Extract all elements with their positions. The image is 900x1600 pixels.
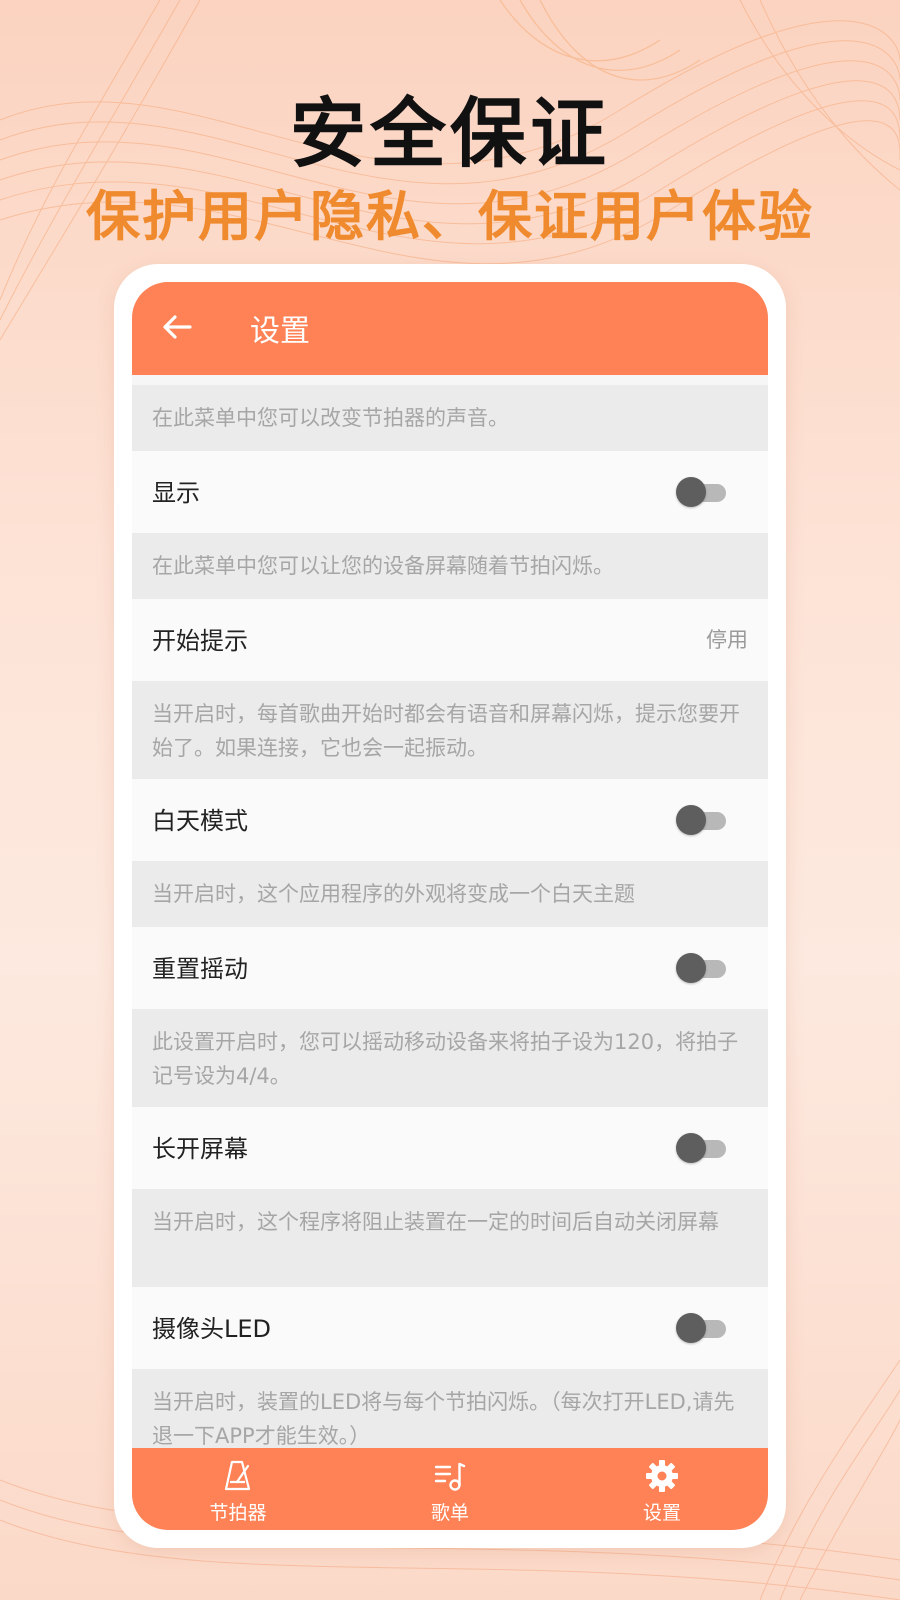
toggle-thumb [676,953,706,983]
app-screen: 设置 在此菜单中您可以改变节拍器的声音。 显示 在此菜单中您可以让您的设备屏幕随… [132,282,768,1530]
setting-row-start-prompt[interactable]: 开始提示 停用 [132,599,768,681]
headline: 安全保证 [290,89,610,178]
setting-label: 显示 [152,479,200,507]
keep-screen-on-toggle[interactable] [676,1133,726,1163]
tab-label: 节拍器 [209,1502,267,1524]
subheadline: 保护用户隐私、保证用户体验 [86,185,814,248]
setting-label: 长开屏幕 [152,1135,248,1163]
gear-icon [646,1460,678,1492]
setting-label: 重置摇动 [152,955,248,983]
shake-reset-description: 此设置开启时，您可以摇动移动设备来将拍子设为120，将拍子记号设为4/4。 [132,1009,768,1107]
camera-led-description: 当开启时，装置的LED将与每个节拍闪烁。（每次打开LED,请先退一下APP才能生… [132,1369,768,1448]
tab-playlist[interactable]: 歌单 [344,1448,556,1530]
display-description: 在此菜单中您可以让您的设备屏幕随着节拍闪烁。 [132,533,768,599]
settings-list[interactable]: 在此菜单中您可以改变节拍器的声音。 显示 在此菜单中您可以让您的设备屏幕随着节拍… [132,375,768,1448]
tab-settings[interactable]: 设置 [556,1448,768,1530]
start-prompt-description: 当开启时，每首歌曲开始时都会有语音和屏幕闪烁，提示您要开始了。如果连接，它也会一… [132,681,768,779]
tab-label: 歌单 [430,1502,469,1524]
list-top-gap [132,375,768,385]
setting-row-keep-screen-on[interactable]: 长开屏幕 [132,1107,768,1189]
setting-label: 开始提示 [152,627,248,655]
shake-reset-toggle[interactable] [676,953,726,983]
setting-row-shake-reset[interactable]: 重置摇动 [132,927,768,1009]
arrow-left-icon[interactable] [160,310,194,344]
toggle-thumb [676,477,706,507]
toggle-thumb [676,1313,706,1343]
page-title: 设置 [250,314,310,349]
setting-value: 停用 [706,628,748,652]
tab-metronome[interactable]: 节拍器 [132,1448,344,1530]
day-mode-description: 当开启时，这个应用程序的外观将变成一个白天主题 [132,861,768,927]
setting-row-camera-led[interactable]: 摄像头LED [132,1287,768,1369]
setting-label: 白天模式 [152,807,248,835]
display-toggle[interactable] [676,477,726,507]
camera-led-toggle[interactable] [676,1313,726,1343]
bottom-nav: 节拍器 歌单 设置 [132,1448,768,1530]
day-mode-toggle[interactable] [676,805,726,835]
app-bar: 设置 [132,282,768,375]
setting-label: 摄像头LED [152,1315,272,1343]
toggle-thumb [676,805,706,835]
keep-screen-on-description: 当开启时，这个程序将阻止装置在一定的时间后自动关闭屏幕 [132,1189,768,1287]
metronome-icon [224,1460,251,1491]
sound-description: 在此菜单中您可以改变节拍器的声音。 [132,385,768,451]
setting-row-day-mode[interactable]: 白天模式 [132,779,768,861]
setting-row-display[interactable]: 显示 [132,451,768,533]
tab-label: 设置 [642,1502,681,1524]
playlist-icon [434,1462,466,1491]
toggle-thumb [676,1133,706,1163]
